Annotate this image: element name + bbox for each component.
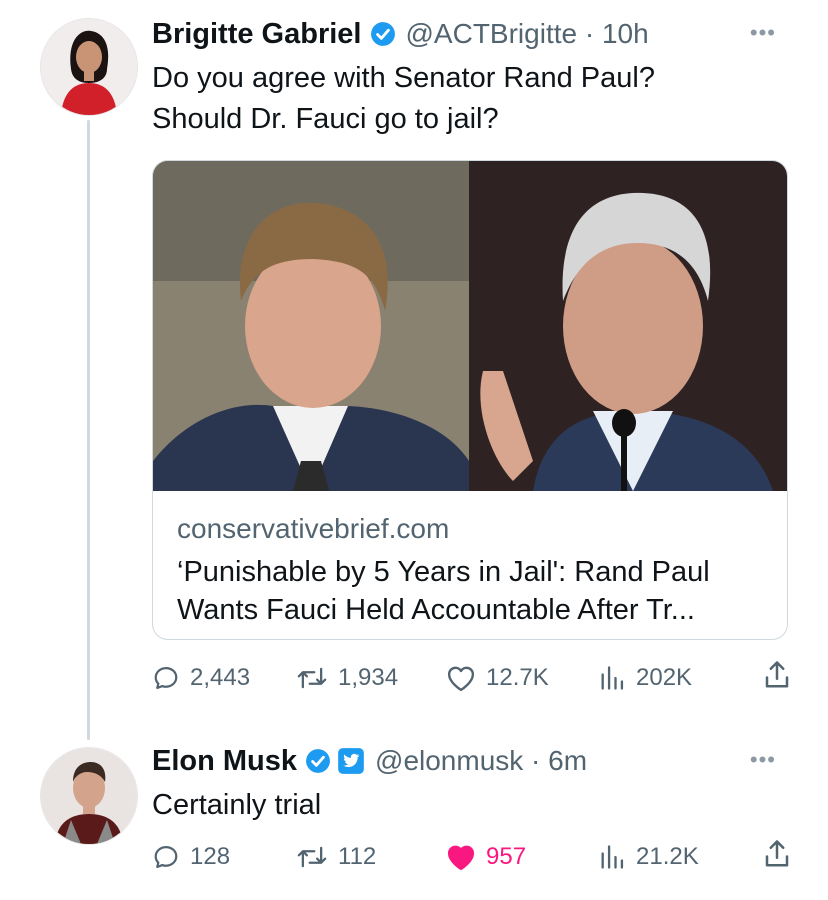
views-icon: [601, 845, 624, 869]
more-icon[interactable]: •••: [750, 20, 776, 46]
verified-badge-icon: [370, 21, 396, 47]
tweet-brigitte[interactable]: Brigitte Gabriel @ACTBrigitte · 10h ••• …: [0, 0, 828, 740]
views-count: 202K: [636, 664, 693, 691]
like-button[interactable]: 12.7K: [446, 658, 549, 698]
verified-badge-icon: [305, 748, 331, 774]
like-button[interactable]: 957: [446, 837, 526, 877]
handle-time[interactable]: @elonmusk · 6m: [375, 745, 587, 777]
link-card[interactable]: conservativebrief.com ‘Punishable by 5 Y…: [152, 160, 788, 640]
views-icon: [601, 666, 624, 690]
views-button[interactable]: 202K: [598, 658, 692, 698]
tweet-header: Brigitte Gabriel @ACTBrigitte · 10h: [152, 14, 649, 54]
display-name[interactable]: Elon Musk: [152, 745, 297, 778]
avatar[interactable]: [40, 18, 138, 116]
share-icon: [765, 840, 789, 867]
retweet-count: 1,934: [338, 664, 399, 691]
reply-icon: [154, 666, 178, 690]
handle-time[interactable]: @ACTBrigitte · 10h: [406, 18, 649, 50]
reply-button[interactable]: 2,443: [152, 658, 250, 698]
reply-count: 128: [190, 843, 231, 870]
reply-button[interactable]: 128: [152, 837, 230, 877]
share-icon: [765, 661, 789, 688]
twitter-affiliate-badge: [337, 747, 365, 775]
tweet-header: Elon Musk @elonmusk · 6m: [152, 741, 587, 781]
card-domain: conservativebrief.com: [177, 513, 450, 544]
share-button[interactable]: [762, 658, 792, 697]
heart-icon: [447, 666, 475, 692]
reply-count: 2,443: [190, 664, 251, 691]
tweet-text: Certainly trial: [152, 789, 322, 821]
card-title: ‘Punishable by 5 Years in Jail': Rand Pa…: [177, 556, 710, 626]
tweet-elon[interactable]: Elon Musk @elonmusk · 6m ••• Certainly t…: [0, 735, 828, 900]
retweet-button[interactable]: 1,934: [296, 658, 398, 698]
display-name[interactable]: Brigitte Gabriel: [152, 18, 362, 51]
action-bar: 2,443 1,934 12.7K 202K: [152, 658, 792, 698]
retweet-icon: [297, 667, 327, 689]
card-image: [153, 161, 787, 491]
like-count: 957: [486, 843, 527, 870]
retweet-count: 112: [338, 843, 377, 870]
views-count: 21.2K: [636, 843, 699, 870]
more-icon[interactable]: •••: [750, 747, 776, 773]
action-bar: 128 112 957 21.2K: [152, 837, 792, 877]
avatar[interactable]: [40, 747, 138, 845]
share-button[interactable]: [762, 837, 792, 876]
reply-icon: [154, 845, 178, 869]
retweet-icon: [297, 846, 327, 868]
tweet-text: Do you agree with Senator Rand Paul? Sho…: [152, 62, 655, 135]
heart-icon: [447, 845, 475, 871]
like-count: 12.7K: [486, 664, 549, 691]
views-button[interactable]: 21.2K: [598, 837, 699, 877]
thread-line: [87, 120, 90, 740]
retweet-button[interactable]: 112: [296, 837, 376, 877]
